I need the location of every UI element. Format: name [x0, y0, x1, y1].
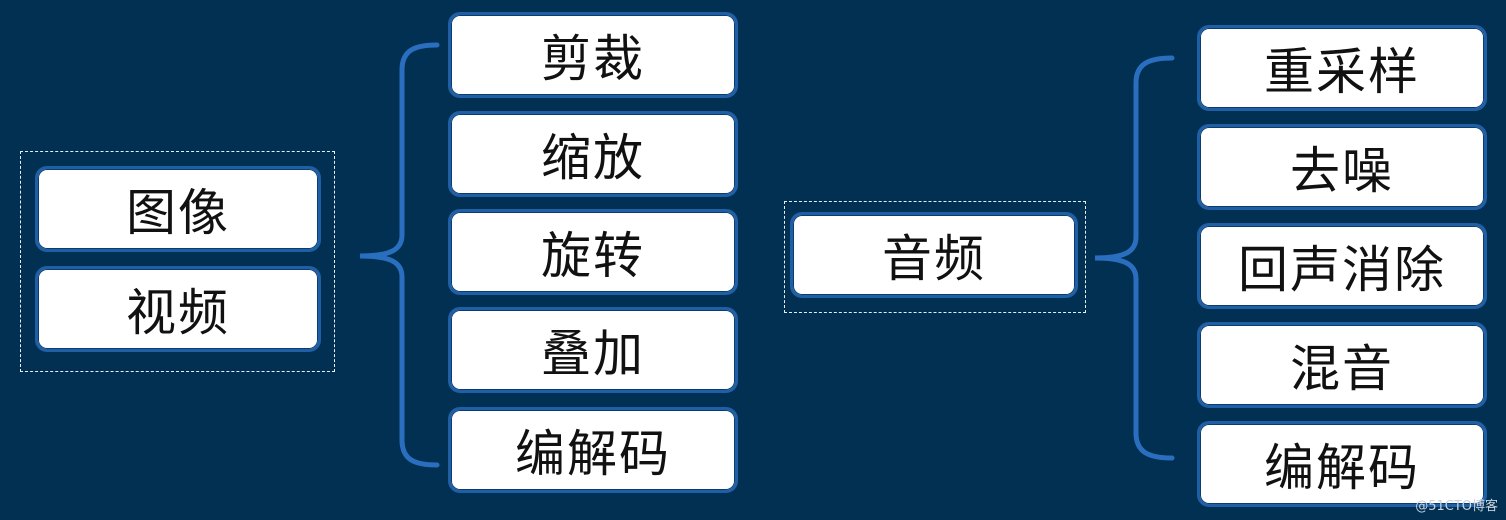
- video-ops-brace: [359, 42, 440, 468]
- audio-ops-brace: [1094, 55, 1175, 461]
- watermark: @51CTO博客: [1415, 499, 1498, 514]
- brace-connectors: [359, 42, 1175, 468]
